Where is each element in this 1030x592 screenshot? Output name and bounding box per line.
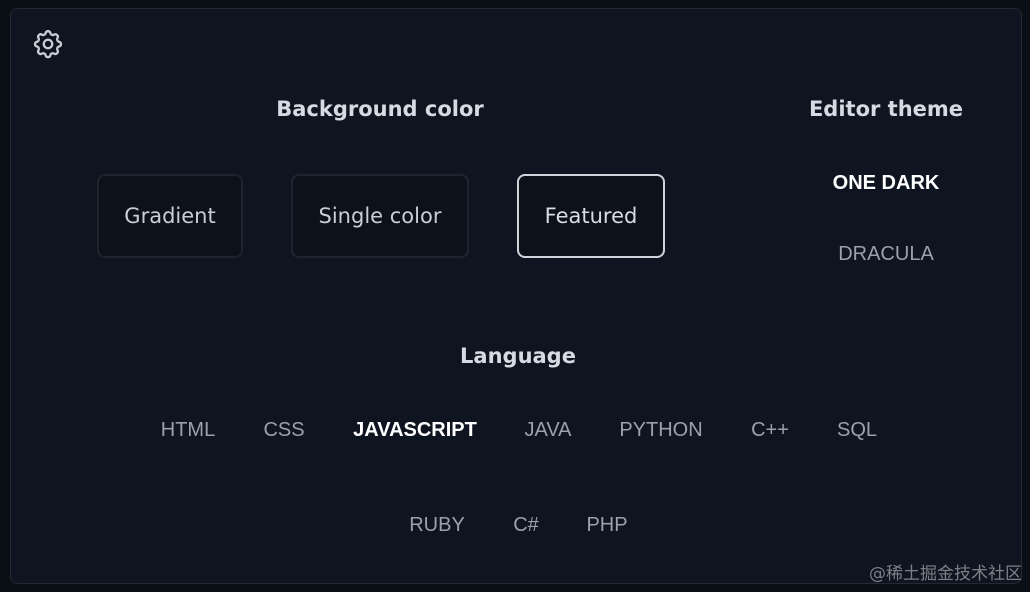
language-option-python[interactable]: PYTHON: [619, 419, 702, 442]
language-option-csharp[interactable]: C#: [513, 514, 539, 537]
language-heading: Language: [460, 344, 576, 368]
settings-panel: Background color Editor theme Gradient S…: [10, 8, 1022, 584]
theme-option-one-dark[interactable]: ONE DARK: [786, 172, 986, 195]
language-option-sql[interactable]: SQL: [837, 419, 877, 442]
background-option-featured[interactable]: Featured: [517, 174, 665, 258]
language-option-cpp[interactable]: C++: [751, 419, 789, 442]
editor-theme-heading: Editor theme: [808, 97, 964, 121]
watermark: @稀土掘金技术社区: [869, 564, 1022, 584]
background-option-gradient[interactable]: Gradient: [97, 174, 243, 258]
language-option-ruby[interactable]: RUBY: [409, 514, 465, 537]
language-option-java[interactable]: JAVA: [524, 419, 571, 442]
language-option-javascript[interactable]: JAVASCRIPT: [353, 419, 477, 442]
language-option-php[interactable]: PHP: [586, 514, 627, 537]
language-option-html[interactable]: HTML: [161, 419, 215, 442]
gear-icon[interactable]: [31, 27, 65, 61]
background-color-heading: Background color: [276, 97, 484, 121]
theme-option-dracula[interactable]: DRACULA: [786, 243, 986, 266]
background-option-single-color[interactable]: Single color: [291, 174, 469, 258]
language-option-css[interactable]: CSS: [263, 419, 304, 442]
